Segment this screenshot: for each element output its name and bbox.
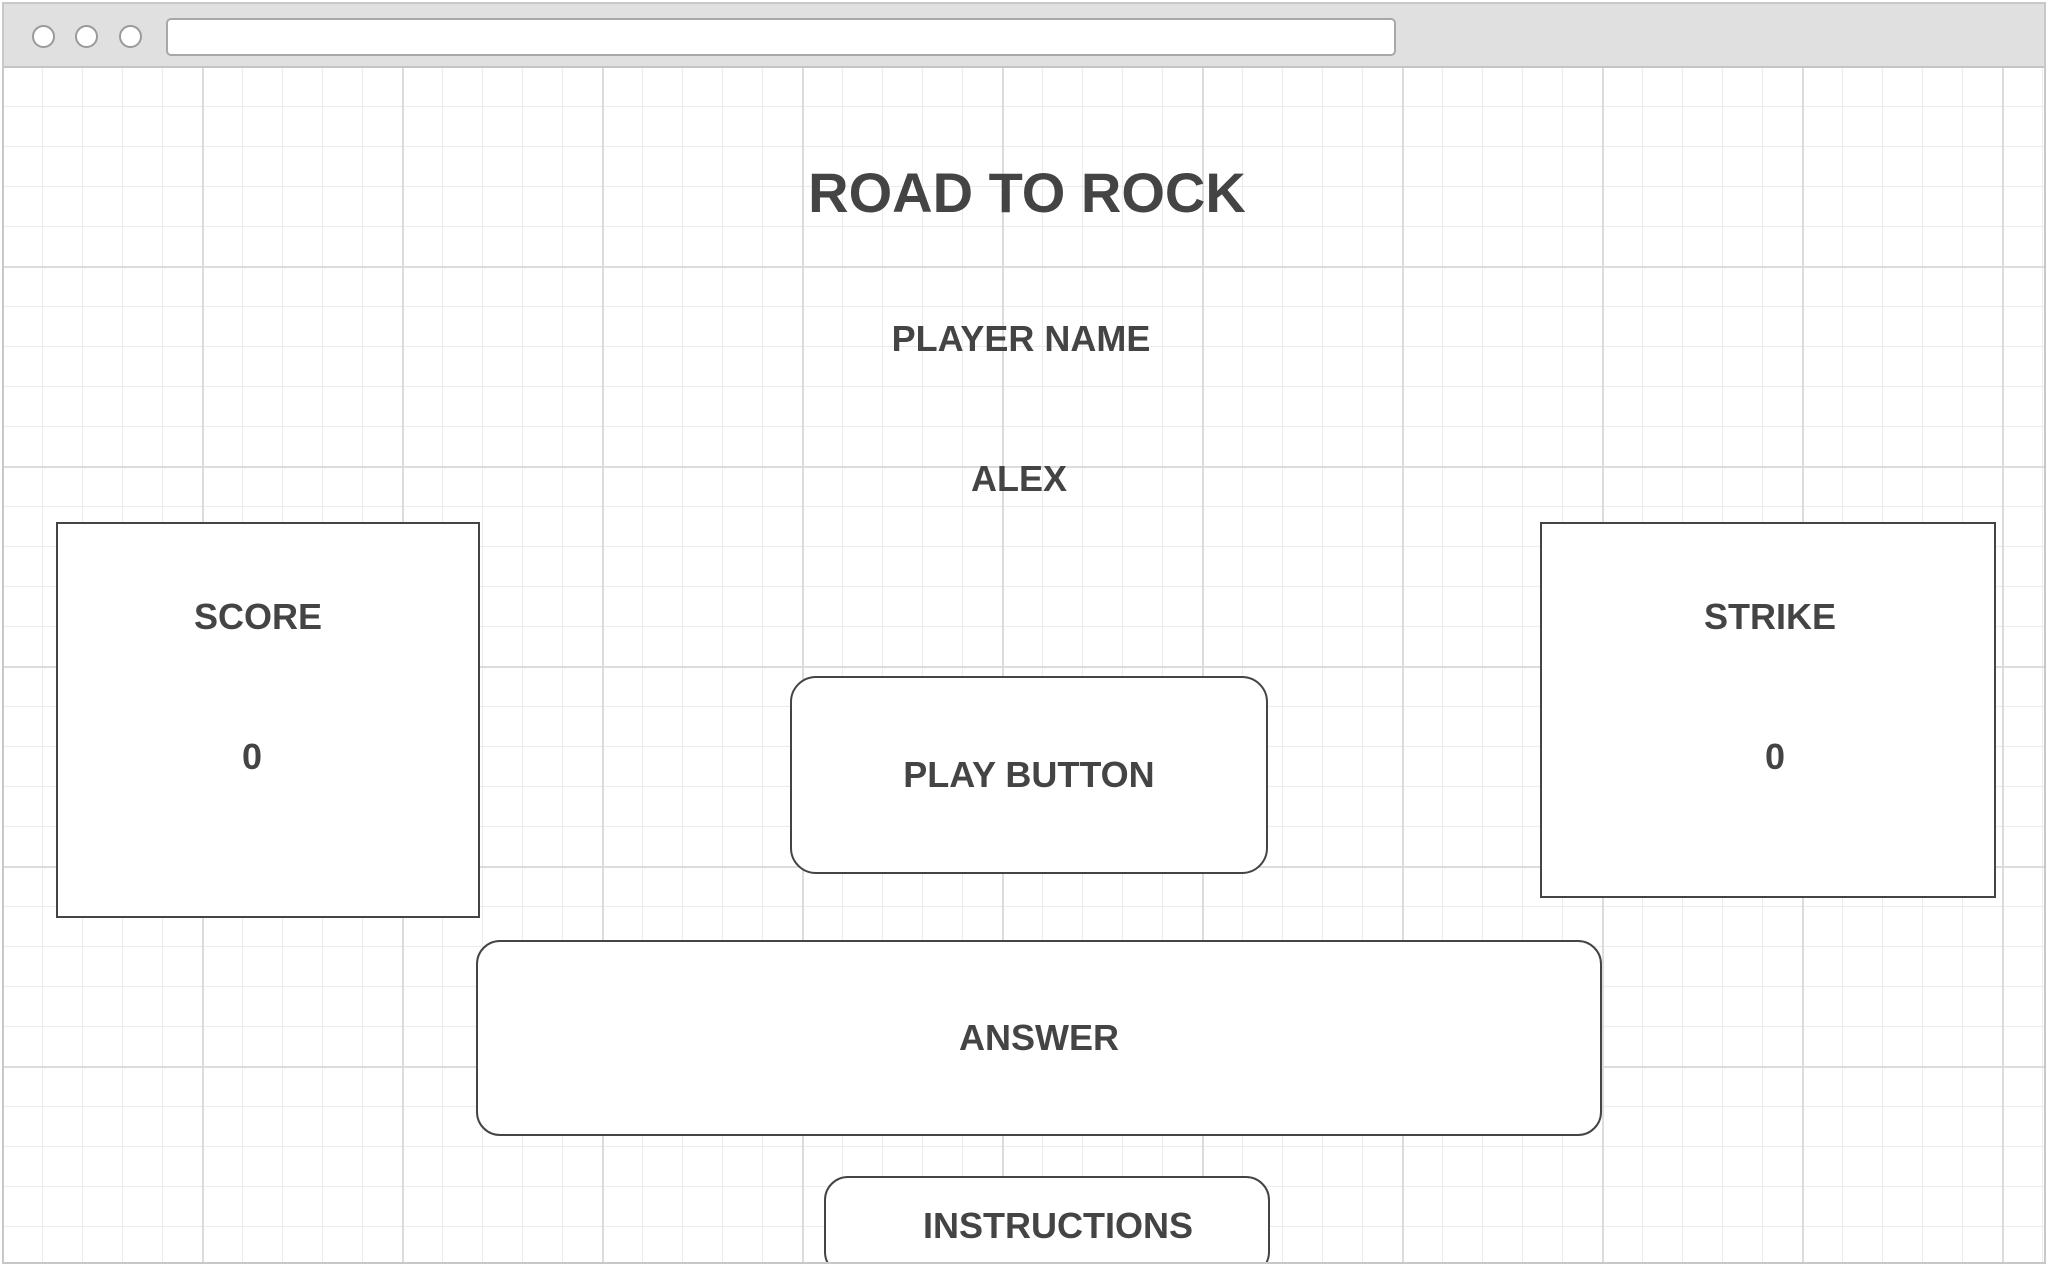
player-name-value: ALEX	[970, 458, 1067, 499]
score-label: SCORE	[193, 596, 323, 637]
page-title: ROAD TO ROCK	[808, 161, 1246, 224]
strike-label: STRIKE	[1703, 596, 1836, 637]
browser-title-bar	[4, 4, 2044, 68]
close-window-icon[interactable]	[32, 25, 55, 48]
maximize-window-icon[interactable]	[119, 25, 142, 48]
strike-panel: STRIKE 0	[1540, 522, 1996, 898]
play-button[interactable]: PLAY BUTTON	[790, 676, 1268, 874]
answer-input[interactable]: ANSWER	[476, 940, 1602, 1136]
player-name-label: PLAYER NAME	[891, 318, 1151, 359]
score-value: 0	[241, 736, 263, 777]
instructions-button[interactable]: INSTRUCTIONS	[824, 1176, 1270, 1262]
minimize-window-icon[interactable]	[75, 25, 98, 48]
wireframe-canvas: ROAD TO ROCK PLAYER NAME ALEX SCORE 0 ST…	[4, 68, 2044, 1262]
browser-window: ROAD TO ROCK PLAYER NAME ALEX SCORE 0 ST…	[2, 2, 2046, 1264]
address-bar[interactable]	[166, 18, 1396, 56]
strike-value: 0	[1764, 736, 1786, 777]
score-panel: SCORE 0	[56, 522, 480, 918]
